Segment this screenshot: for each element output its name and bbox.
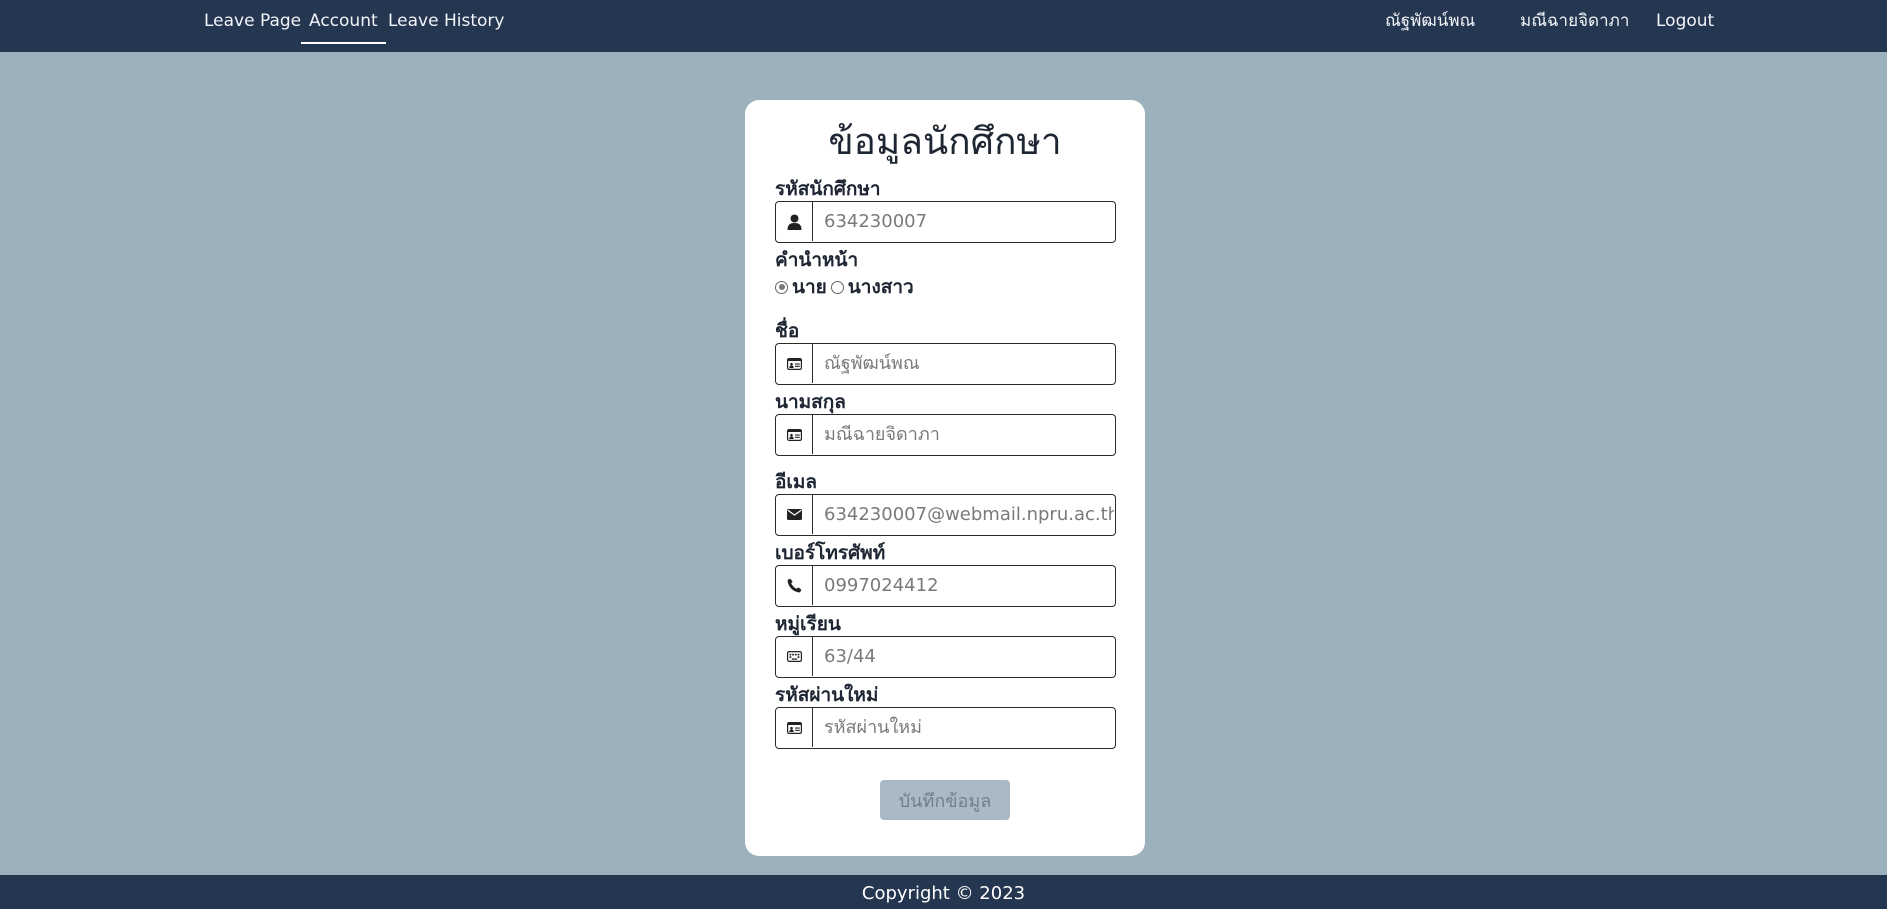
nav-leave-history[interactable]: Leave History [388, 0, 504, 44]
group-input[interactable] [814, 637, 1114, 676]
envelope-icon [776, 495, 813, 534]
nav-last-name[interactable]: มณีฉายจิดาภา [1520, 0, 1629, 44]
new-password-group [775, 707, 1116, 749]
email-input[interactable] [814, 495, 1114, 534]
student-id-label: รหัสนักศึกษา [775, 178, 881, 200]
prefix-miss-radio[interactable] [830, 280, 844, 294]
prefix-miss-label[interactable]: นางสาว [848, 272, 914, 302]
logout-link[interactable]: Logout [1656, 0, 1714, 44]
prefix-mr-radio[interactable] [775, 280, 788, 294]
student-info-card: ข้อมูลนักศึกษา รหัสนักศึกษา คำนำหน้า นาย… [745, 100, 1145, 856]
save-button[interactable]: บันทึกข้อมูล [880, 780, 1010, 820]
student-id-input[interactable] [814, 202, 1114, 241]
id-card-icon [776, 344, 813, 383]
id-card-icon [776, 415, 813, 454]
last-name-group [775, 414, 1116, 456]
nav-leave-page[interactable]: Leave Page [204, 0, 301, 44]
phone-input[interactable] [814, 566, 1114, 605]
new-password-label: รหัสผ่านใหม่ [775, 684, 879, 706]
id-card-icon [776, 708, 813, 747]
prefix-label: คำนำหน้า [775, 249, 859, 271]
first-name-group [775, 343, 1116, 385]
keyboard-icon [776, 637, 813, 676]
phone-icon [776, 566, 813, 605]
first-name-input[interactable] [814, 344, 1114, 383]
group-group [775, 636, 1116, 678]
group-label: หมู่เรียน [775, 613, 841, 635]
email-group [775, 494, 1116, 536]
phone-group [775, 565, 1116, 607]
nav-account[interactable]: Account [301, 0, 386, 44]
first-name-label: ชื่อ [775, 320, 800, 342]
new-password-input[interactable] [814, 708, 1114, 747]
prefix-mr-label[interactable]: นาย [792, 272, 827, 302]
page-title: ข้อมูลนักศึกษา [828, 120, 1062, 163]
prefix-radio-group: นาย นางสาว [775, 276, 918, 298]
nav-first-name[interactable]: ณัฐพัฒน์พณ [1385, 0, 1475, 44]
student-id-group [775, 201, 1116, 243]
user-icon [776, 202, 813, 241]
phone-label: เบอร์โทรศัพท์ [775, 542, 886, 564]
email-label: อีเมล [775, 471, 818, 493]
last-name-input[interactable] [814, 415, 1114, 454]
copyright-text: Copyright © 2023 [861, 883, 1026, 904]
last-name-label: นามสกุล [775, 391, 846, 413]
top-navbar: Leave Page Account Leave History ณัฐพัฒน… [0, 0, 1887, 52]
footer: Copyright © 2023 [0, 875, 1887, 909]
